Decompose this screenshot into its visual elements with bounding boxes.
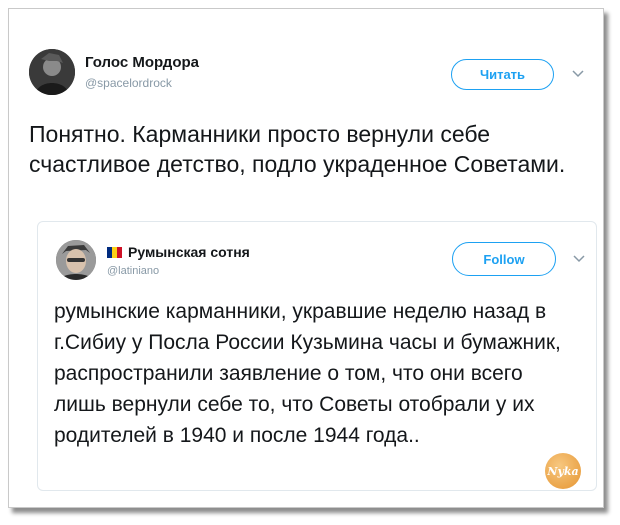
quoted-chevron-down-icon[interactable] [573,254,585,264]
tweet-card: Голос Мордора @spacelordrock Читать Поня… [8,8,604,508]
quoted-author-handle[interactable]: @latiniano [107,265,159,277]
quoted-tweet-text: румынские карманники, укравшие неделю на… [54,300,561,447]
follow-button-label: Читать [479,67,526,82]
watermark-logo: Nyka [545,453,581,489]
quoted-follow-button[interactable]: Follow [452,242,556,276]
author-avatar[interactable] [29,49,75,95]
tweet-text: Понятно. Карманники просто вернули себе … [29,121,566,177]
quoted-follow-button-label: Follow [483,251,525,267]
quoted-author-avatar[interactable] [56,240,96,280]
author-name[interactable]: Голос Мордора [85,54,199,71]
romania-flag-icon [107,245,122,258]
watermark-text: Nyka [547,464,579,478]
quoted-tweet[interactable]: Румынская сотня @latiniano Follow румынс… [37,221,597,491]
quoted-author-name-label: Румынская сотня [128,244,250,260]
quoted-author-name[interactable]: Румынская сотня [107,244,250,260]
author-handle[interactable]: @spacelordrock [85,76,172,90]
chevron-down-icon[interactable] [572,69,584,79]
follow-button[interactable]: Читать [451,59,554,90]
flag-stripe [117,247,122,258]
